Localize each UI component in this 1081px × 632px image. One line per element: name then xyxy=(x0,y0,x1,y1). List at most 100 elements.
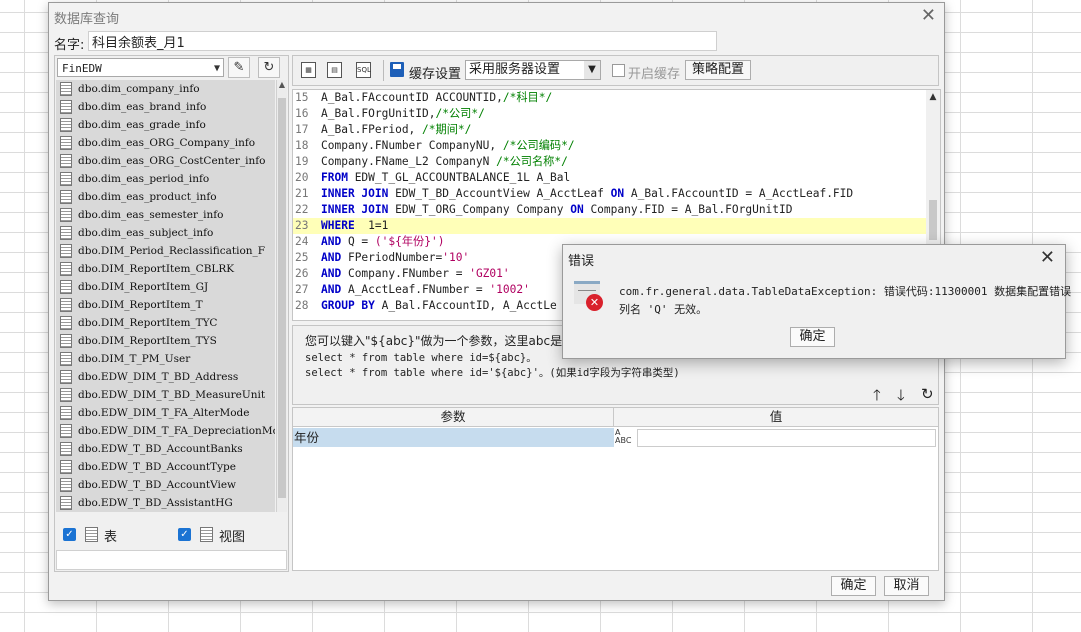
parameter-value-input[interactable] xyxy=(637,429,936,447)
list-item[interactable]: dbo.dim_eas_brand_info xyxy=(56,98,275,116)
code-text: AND A_AcctLeaf.FNumber = '1002' xyxy=(321,282,530,298)
save-icon[interactable]: ▤ xyxy=(327,62,342,78)
list-item[interactable]: dbo.dim_eas_semester_info xyxy=(56,206,275,224)
scroll-up-icon[interactable]: ▲ xyxy=(926,92,940,102)
list-item[interactable]: dbo.dim_eas_ORG_CostCenter_info xyxy=(56,152,275,170)
strategy-config-button[interactable]: 策略配置 xyxy=(685,60,751,80)
code-line: 21 INNER JOIN EDW_T_BD_AccountView A_Acct… xyxy=(293,186,940,202)
table-icon xyxy=(85,527,98,542)
table-list-scrollbar[interactable]: ▲ xyxy=(276,80,287,512)
table-search-input[interactable] xyxy=(56,550,287,570)
name-input[interactable] xyxy=(88,31,717,51)
refresh-button[interactable]: ↻ xyxy=(258,57,280,78)
ok-button[interactable]: 确定 xyxy=(831,576,876,596)
enable-cache-checkbox[interactable] xyxy=(612,64,625,77)
code-token: Company.FID = A_Bal.FOrgUnitID xyxy=(583,203,793,216)
list-item[interactable]: dbo.EDW_T_BD_AccountBanks xyxy=(56,440,275,458)
list-item-label: dbo.DIM_ReportItem_T xyxy=(78,299,203,311)
code-line: 16 A_Bal.FOrgUnitID,/*公司*/ xyxy=(293,106,940,122)
error-dialog: 错误 ✕ ✕ com.fr.general.data.TableDataExce… xyxy=(562,244,1071,359)
list-item[interactable]: dbo.EDW_DIM_T_FA_DepreciationMode xyxy=(56,422,275,440)
code-text: AND Company.FNumber = 'GZ01' xyxy=(321,266,510,282)
list-item[interactable]: dbo.dim_eas_ORG_Company_info xyxy=(56,134,275,152)
code-token: EDW_T_GL_ACCOUNTBALANCE_1L A_Bal xyxy=(347,171,571,184)
list-item[interactable]: dbo.DIM_T_PM_User xyxy=(56,350,275,368)
database-select[interactable]: FinEDW ▼ xyxy=(57,58,224,77)
code-token: /*期间*/ xyxy=(422,123,472,136)
scrollbar-thumb[interactable] xyxy=(278,98,286,498)
view-icon xyxy=(200,527,213,542)
code-line: 19 Company.FName_L2 CompanyN /*公司名称*/ xyxy=(293,154,940,170)
list-item[interactable]: dbo.dim_company_info xyxy=(56,80,275,98)
list-item-label: dbo.DIM_T_PM_User xyxy=(78,353,191,365)
list-item[interactable]: dbo.dim_eas_product_info xyxy=(56,188,275,206)
code-text: A_Bal.FOrgUnitID,/*公司*/ xyxy=(321,106,485,122)
error-ok-button[interactable]: 确定 xyxy=(790,327,835,347)
list-item-label: dbo.dim_eas_semester_info xyxy=(78,209,224,221)
list-item[interactable]: dbo.DIM_ReportItem_CBLRK xyxy=(56,260,275,278)
list-item[interactable]: dbo.dim_eas_period_info xyxy=(56,170,275,188)
table-icon xyxy=(60,154,72,168)
parameter-name[interactable]: 年份 xyxy=(293,428,614,447)
list-item[interactable]: dbo.EDW_DIM_T_BD_Address xyxy=(56,368,275,386)
list-item[interactable]: dbo.DIM_ReportItem_T xyxy=(56,296,275,314)
code-token: A_Bal.FAccountID, A_AcctLe xyxy=(374,299,557,312)
object-type-filter: ✓ 表 ✓ 视图 xyxy=(55,524,286,546)
code-token: /*公司编码*/ xyxy=(502,139,575,152)
code-token: AND xyxy=(321,251,342,264)
hint-example: select * from table where id=${abc}。 xyxy=(305,352,537,364)
sql-icon[interactable]: SQL xyxy=(356,62,371,78)
enable-cache-label: 开启缓存 xyxy=(628,67,681,82)
cancel-button[interactable]: 取消 xyxy=(884,576,929,596)
code-line: 20 FROM EDW_T_GL_ACCOUNTBALANCE_1L A_Bal xyxy=(293,170,940,186)
close-icon[interactable]: ✕ xyxy=(1040,247,1055,268)
list-item[interactable]: dbo.DIM_ReportItem_TYC xyxy=(56,314,275,332)
refresh-icon[interactable]: ↻ xyxy=(921,385,934,403)
hint-example: select * from table where id='${abc}'。(如… xyxy=(305,367,680,379)
list-item[interactable]: dbo.DIM_Period_Reclassification_F xyxy=(56,242,275,260)
code-token: A_AcctLeaf.FNumber = xyxy=(341,283,490,296)
refresh-icon: ↻ xyxy=(263,60,275,75)
list-item[interactable]: dbo.EDW_T_BD_AssistantHG xyxy=(56,494,275,512)
chevron-down-icon: ▼ xyxy=(213,63,220,74)
list-item[interactable]: dbo.EDW_DIM_T_FA_AlterMode xyxy=(56,404,275,422)
code-token: FROM xyxy=(321,171,348,184)
list-item[interactable]: dbo.dim_eas_subject_info xyxy=(56,224,275,242)
code-token: A_Bal.FAccountID ACCOUNTID, xyxy=(321,91,503,104)
table-list[interactable]: dbo.dim_company_info dbo.dim_eas_brand_in… xyxy=(56,80,275,512)
list-item[interactable]: dbo.EDW_DIM_T_BD_MeasureUnit xyxy=(56,386,275,404)
scroll-up-icon[interactable]: ▲ xyxy=(277,80,287,89)
code-token: INNER JOIN xyxy=(321,203,389,216)
scrollbar-thumb[interactable] xyxy=(929,200,937,240)
table-row[interactable]: 年份 A ABC xyxy=(293,428,938,447)
list-item[interactable]: dbo.EDW_T_BD_AccountType xyxy=(56,458,275,476)
code-token: ('${年份}') xyxy=(374,235,445,248)
list-item-label: dbo.dim_company_info xyxy=(78,83,200,95)
code-line: 23 WHERE 1=1 xyxy=(293,218,940,234)
cache-mode-select[interactable]: 采用服务器设置 ▼ xyxy=(465,60,601,80)
list-item-label: dbo.EDW_DIM_T_FA_AlterMode xyxy=(78,407,250,419)
code-text: A_Bal.FAccountID ACCOUNTID,/*科目*/ xyxy=(321,90,552,106)
list-item[interactable]: dbo.EDW_T_BD_AccountView xyxy=(56,476,275,494)
code-token: FPeriodNumber= xyxy=(341,251,443,264)
table-filter-checkbox[interactable]: ✓ xyxy=(63,528,76,541)
edit-connection-button[interactable]: ✎ xyxy=(228,57,250,78)
preview-icon[interactable]: ▦ xyxy=(301,62,316,78)
code-token: /*公司*/ xyxy=(435,107,485,120)
type-string-icon[interactable]: A ABC xyxy=(615,429,631,445)
list-item-label: dbo.EDW_T_BD_AccountBanks xyxy=(78,443,243,455)
list-item[interactable]: dbo.dim_eas_grade_info xyxy=(56,116,275,134)
line-number: 17 xyxy=(295,123,309,136)
code-text: INNER JOIN EDW_T_BD_AccountView A_AcctLe… xyxy=(321,186,853,202)
toolbar-divider xyxy=(383,60,384,81)
code-text: AND FPeriodNumber='10' xyxy=(321,250,469,266)
line-number: 19 xyxy=(295,155,309,168)
list-item[interactable]: dbo.DIM_ReportItem_GJ xyxy=(56,278,275,296)
code-text: GROUP BY A_Bal.FAccountID, A_AcctLe xyxy=(321,298,557,314)
list-item-label: dbo.DIM_ReportItem_TYS xyxy=(78,335,217,347)
close-icon[interactable]: ✕ xyxy=(921,6,936,26)
line-number: 21 xyxy=(295,187,309,200)
list-item[interactable]: dbo.DIM_ReportItem_TYS xyxy=(56,332,275,350)
table-icon xyxy=(60,226,72,240)
view-filter-checkbox[interactable]: ✓ xyxy=(178,528,191,541)
